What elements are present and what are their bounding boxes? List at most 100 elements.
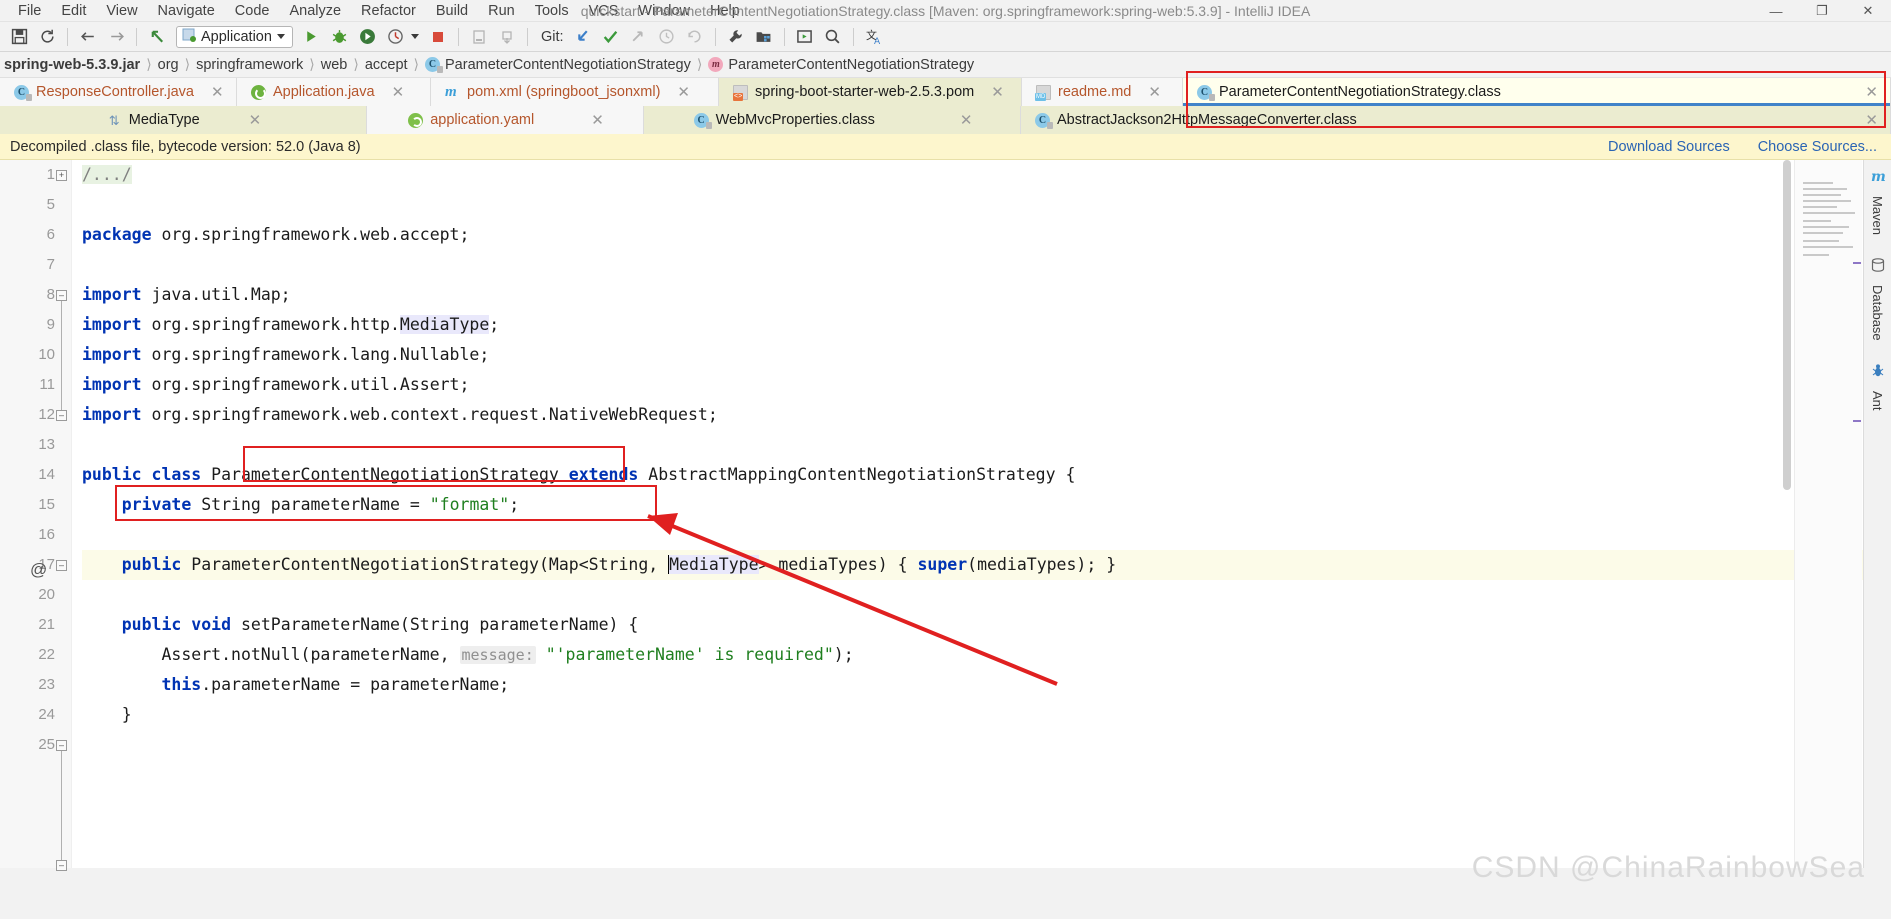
maven-tool-icon[interactable]: m [1870,168,1886,188]
git-commit-icon[interactable] [598,24,624,50]
project-structure-icon[interactable] [751,24,777,50]
sync-icon[interactable] [34,24,60,50]
git-update-icon[interactable] [570,24,596,50]
sync-project-icon[interactable] [494,24,520,50]
menu-label: Edit [61,3,87,19]
watermark: CSDN @ChinaRainbowSea [1471,851,1865,884]
stop-icon[interactable] [425,24,451,50]
tab-close-icon[interactable]: ✕ [991,83,1004,101]
choose-sources-link[interactable]: Choose Sources... [1758,139,1877,155]
menu-item-navigate[interactable]: Navigate [148,0,225,22]
toolbar-separator [714,27,716,46]
menu-label: View [106,3,138,19]
menu-item-edit[interactable]: Edit [51,0,96,22]
line-number: 15 [38,496,55,513]
save-icon[interactable] [6,24,32,50]
tab-close-icon[interactable]: ✕ [392,83,405,101]
breadcrumb-item-web[interactable]: web [315,57,354,73]
debug-icon[interactable] [327,24,353,50]
breadcrumb-item-accept[interactable]: accept [359,57,414,73]
up-arrow-icon[interactable] [144,24,170,50]
git-push-icon[interactable] [626,24,652,50]
line-number: 5 [46,196,55,213]
ant-tool-icon[interactable] [1870,363,1886,383]
tool-window-maven[interactable]: Maven [1868,188,1887,243]
tab-close-icon[interactable]: ✕ [1865,83,1878,101]
tab-close-icon[interactable]: ✕ [677,83,690,101]
tab-mediatype[interactable]: ⇅ MediaType ✕ [0,106,367,134]
tab-application-java[interactable]: Application.java ✕ [237,78,431,106]
download-sources-link[interactable]: Download Sources [1608,139,1730,155]
minimize-button[interactable]: — [1753,0,1799,22]
override-marker[interactable]: @ [30,560,47,580]
code-line: import java.util.Map; [82,285,291,304]
back-arrow-icon[interactable] [75,24,101,50]
tab-parameter-content-negotiation-strategy-class[interactable]: C ParameterContentNegotiationStrategy.cl… [1183,78,1891,106]
git-rollback-icon[interactable] [682,24,708,50]
fold-collapse-icon[interactable]: – [56,560,67,571]
tab-close-icon[interactable]: ✕ [960,111,973,129]
database-tool-icon[interactable] [1870,257,1886,277]
menu-item-vcs[interactable]: VCS [579,0,629,22]
menu-item-build[interactable]: Build [426,0,478,22]
run-configuration-selector[interactable]: Application [176,25,293,48]
profiler-icon[interactable] [383,24,409,50]
run-anything-icon[interactable] [792,24,818,50]
breadcrumb-item-method[interactable]: m ParameterContentNegotiationStrategy [702,57,980,73]
fold-expand-icon[interactable]: + [56,170,67,181]
class-icon: C [693,112,712,129]
wrench-icon[interactable] [723,24,749,50]
tab-label: WebMvcProperties.class [715,112,875,128]
menu-item-tools[interactable]: Tools [525,0,579,22]
tab-close-icon[interactable]: ✕ [1865,111,1878,129]
line-number-gutter[interactable]: 1 5 6 7 8 9 10 11 12 13 14 15 16 17 20 2… [0,160,72,871]
tab-close-icon[interactable]: ✕ [211,83,224,101]
editor-minimap[interactable] [1794,160,1862,868]
tab-application-yaml[interactable]: application.yaml ✕ [367,106,644,134]
tool-window-database[interactable]: Database [1868,277,1887,349]
tab-webmvcproperties-class[interactable]: C WebMvcProperties.class ✕ [644,106,1021,134]
fold-region-line [61,301,62,421]
editor-scrollbar-thumb[interactable] [1783,160,1791,490]
run-icon[interactable] [299,24,325,50]
line-number: 13 [38,436,55,453]
menu-item-analyze[interactable]: Analyze [279,0,351,22]
run-with-coverage-icon[interactable] [355,24,381,50]
device-manager-icon[interactable] [466,24,492,50]
menu-item-file[interactable]: File [8,0,51,22]
menu-item-view[interactable]: View [96,0,147,22]
menu-item-help[interactable]: Help [700,0,750,22]
breadcrumb-item-springframework[interactable]: springframework [190,57,309,73]
fold-collapse-icon[interactable]: – [56,860,67,871]
profiler-chevron-down-icon[interactable] [410,34,419,39]
forward-arrow-icon[interactable] [103,24,129,50]
tab-abstractjackson2httpmessageconverter-class[interactable]: C AbstractJackson2HttpMessageConverter.c… [1021,106,1891,134]
menu-item-window[interactable]: Window [628,0,700,22]
breadcrumb-item-jar[interactable]: spring-web-5.3.9.jar [0,57,146,73]
fold-collapse-icon[interactable]: – [56,740,67,751]
breadcrumb-item-class[interactable]: C ParameterContentNegotiationStrategy [419,57,697,73]
tab-spring-boot-starter-web-pom[interactable]: spring-boot-starter-web-2.5.3.pom ✕ [719,78,1022,106]
translate-icon[interactable]: 文A [861,24,887,50]
menu-item-run[interactable]: Run [478,0,525,22]
menu-item-refactor[interactable]: Refactor [351,0,426,22]
tab-response-controller[interactable]: C ResponseController.java ✕ [0,78,237,106]
fold-collapse-icon[interactable]: – [56,410,67,421]
tab-close-icon[interactable]: ✕ [249,111,262,129]
tab-close-icon[interactable]: ✕ [1148,83,1161,101]
fold-collapse-icon[interactable]: – [56,290,67,301]
tab-close-icon[interactable]: ✕ [591,111,604,129]
tab-readme-md[interactable]: readme.md ✕ [1022,78,1183,106]
breadcrumb-item-org[interactable]: org [152,57,185,73]
maximize-button[interactable]: ❐ [1799,0,1845,22]
search-everywhere-icon[interactable] [820,24,846,50]
menu-item-code[interactable]: Code [225,0,280,22]
close-button[interactable]: ✕ [1845,0,1891,22]
tab-pom-xml[interactable]: m pom.xml (springboot_jsonxml) ✕ [431,78,719,106]
chevron-down-icon[interactable] [276,34,285,39]
git-history-icon[interactable] [654,24,680,50]
tool-window-ant[interactable]: Ant [1868,383,1887,419]
code-content[interactable]: /.../ package org.springframework.web.ac… [72,160,1891,868]
